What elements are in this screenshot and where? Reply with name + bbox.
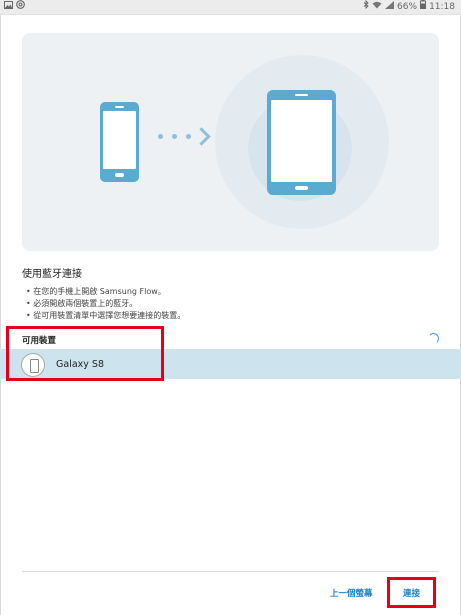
instruction-item: • 從可用裝置清單中選擇您想要連接的裝置。 bbox=[26, 311, 186, 320]
instruction-item: • 必須開啟兩個裝置上的藍牙。 bbox=[26, 299, 138, 308]
clock: 11:18 bbox=[429, 2, 455, 12]
instructions-title: 使用藍牙連接 bbox=[22, 269, 82, 280]
highlight-box-connect bbox=[387, 577, 436, 608]
at-sign-icon bbox=[16, 0, 25, 14]
loading-spinner-icon bbox=[428, 333, 439, 344]
status-bar: 66% 11:18 bbox=[0, 0, 461, 15]
instruction-item: • 在您的手機上開啟 Samsung Flow。 bbox=[26, 287, 166, 296]
arrow-right-icon bbox=[192, 127, 211, 146]
battery-icon bbox=[420, 0, 427, 14]
signal-icon bbox=[385, 0, 395, 14]
footer-divider bbox=[22, 571, 439, 572]
battery-percent: 66% bbox=[397, 2, 418, 12]
wifi-icon bbox=[372, 0, 382, 14]
previous-screen-button[interactable]: 上一個螢幕 bbox=[330, 587, 373, 599]
phone-icon bbox=[100, 102, 139, 182]
connection-illustration bbox=[22, 33, 439, 251]
status-right: 66% 11:18 bbox=[363, 0, 455, 14]
transfer-dots-icon bbox=[158, 134, 191, 139]
tablet-icon bbox=[267, 90, 336, 195]
left-border bbox=[0, 15, 1, 615]
instructions-list: • 在您的手機上開啟 Samsung Flow。 • 必須開啟兩個裝置上的藍牙。… bbox=[26, 286, 185, 322]
status-left bbox=[4, 0, 25, 14]
highlight-box-device bbox=[6, 326, 164, 381]
gallery-icon bbox=[4, 0, 13, 14]
bluetooth-icon bbox=[363, 0, 369, 14]
